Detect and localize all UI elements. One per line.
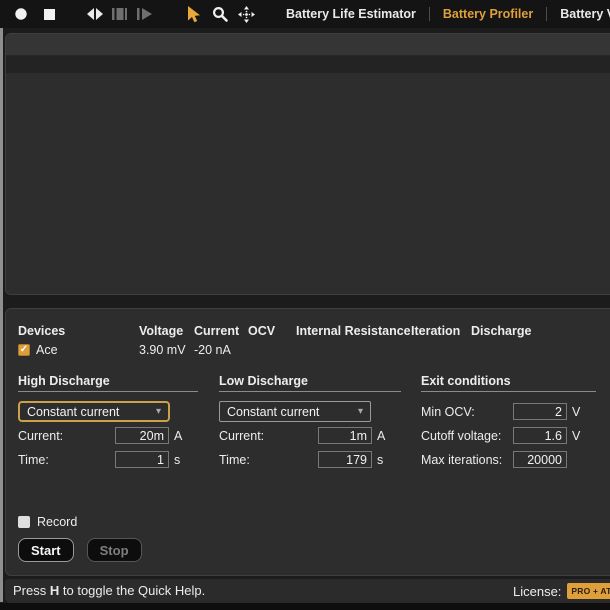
devices-table-header: Devices Voltage Current OCV Internal Res… xyxy=(18,322,610,339)
tab-separator xyxy=(546,7,547,21)
stop-capture-button[interactable] xyxy=(38,3,60,25)
col-current: Current xyxy=(194,324,248,338)
cursor-tool-icon xyxy=(186,6,202,23)
plot-timeline-strip xyxy=(6,56,610,73)
field-label: Current: xyxy=(18,429,115,443)
col-ocv: OCV xyxy=(248,324,296,338)
col-internal-resistance: Internal Resistance xyxy=(296,324,411,338)
field-label: Time: xyxy=(18,453,115,467)
quick-help-hint: Press H to toggle the Quick Help. xyxy=(13,583,205,598)
toolbar: Battery Life Estimator Battery Profiler … xyxy=(0,0,610,28)
tab-battery-validation[interactable]: Battery Valid xyxy=(560,7,610,21)
cursor-tool-button[interactable] xyxy=(183,3,205,25)
step-icon xyxy=(112,8,127,20)
tab-separator xyxy=(429,7,430,21)
app-window: Battery Life Estimator Battery Profiler … xyxy=(0,0,610,610)
plot-header-strip xyxy=(6,34,610,56)
col-devices: Devices xyxy=(18,324,139,338)
record-button[interactable] xyxy=(10,3,32,25)
device-voltage-value: 3.90 mV xyxy=(139,343,194,357)
field-label: Current: xyxy=(219,429,318,443)
discharge-forms: High Discharge Constant current ▾ Curren… xyxy=(18,374,610,473)
devices-table: Devices Voltage Current OCV Internal Res… xyxy=(18,322,610,358)
status-bar: Press H to toggle the Quick Help. Licens… xyxy=(5,579,610,603)
start-button[interactable]: Start xyxy=(18,538,74,562)
record-label: Record xyxy=(37,515,77,529)
zoom-tool-icon xyxy=(212,6,228,22)
exit-conditions-section: Exit conditions Min OCV: V Cutoff voltag… xyxy=(421,374,596,473)
low-discharge-current-input[interactable] xyxy=(318,427,372,444)
hotkey-h: H xyxy=(50,583,59,598)
stop-icon xyxy=(43,8,56,21)
play-button[interactable] xyxy=(133,3,155,25)
high-discharge-current-input[interactable] xyxy=(115,427,169,444)
device-name: Ace xyxy=(36,343,58,357)
min-ocv-input[interactable] xyxy=(513,403,567,420)
expand-horizontal-button[interactable] xyxy=(84,3,106,25)
controls-panel: Devices Voltage Current OCV Internal Res… xyxy=(5,308,610,576)
unit-label: V xyxy=(572,405,584,419)
low-discharge-time-input[interactable] xyxy=(318,451,372,468)
pan-tool-icon xyxy=(238,6,255,23)
unit-label: s xyxy=(377,453,389,467)
plot-panel xyxy=(5,33,610,295)
stop-button[interactable]: Stop xyxy=(87,538,142,562)
license-badge: PRO + AT + B xyxy=(567,583,610,599)
field-label: Min OCV: xyxy=(421,405,513,419)
col-discharge: Discharge xyxy=(471,324,610,338)
device-checkbox[interactable]: ✓ xyxy=(18,344,30,356)
section-title: Low Discharge xyxy=(219,374,401,392)
unit-label: A xyxy=(174,429,186,443)
low-discharge-section: Low Discharge Constant current ▾ Current… xyxy=(219,374,401,473)
field-label: Cutoff voltage: xyxy=(421,429,513,443)
field-label: Max iterations: xyxy=(421,453,513,467)
high-discharge-time-input[interactable] xyxy=(115,451,169,468)
device-current-value: -20 nA xyxy=(194,343,248,357)
license-area: License: PRO + AT + B xyxy=(513,583,610,599)
play-icon xyxy=(137,8,152,20)
high-discharge-section: High Discharge Constant current ▾ Curren… xyxy=(18,374,198,473)
window-bottom-edge xyxy=(0,603,610,610)
cutoff-voltage-input[interactable] xyxy=(513,427,567,444)
high-discharge-mode-select[interactable]: Constant current ▾ xyxy=(18,401,170,422)
record-checkbox[interactable] xyxy=(18,516,30,528)
low-discharge-mode-select[interactable]: Constant current ▾ xyxy=(219,401,371,422)
section-title: Exit conditions xyxy=(421,374,596,392)
zoom-tool-button[interactable] xyxy=(209,3,231,25)
expand-horizontal-icon xyxy=(87,8,103,20)
field-label: Time: xyxy=(219,453,318,467)
step-button[interactable] xyxy=(108,3,130,25)
unit-label: A xyxy=(377,429,389,443)
chevron-down-icon: ▾ xyxy=(358,406,363,417)
max-iterations-input[interactable] xyxy=(513,451,567,468)
record-row: Record xyxy=(18,514,610,530)
tab-battery-life-estimator[interactable]: Battery Life Estimator xyxy=(286,7,416,21)
tab-battery-profiler[interactable]: Battery Profiler xyxy=(443,7,533,21)
window-left-edge xyxy=(0,28,3,602)
section-title: High Discharge xyxy=(18,374,198,392)
action-buttons: Start Stop xyxy=(18,538,610,562)
license-label: License: xyxy=(513,584,561,599)
table-row: ✓ Ace 3.90 mV -20 nA xyxy=(18,341,610,358)
col-iteration: Iteration xyxy=(411,324,471,338)
mode-tabs: Battery Life Estimator Battery Profiler … xyxy=(286,0,610,28)
record-icon xyxy=(14,7,28,21)
chevron-down-icon: ▾ xyxy=(156,406,161,417)
plot-area[interactable] xyxy=(6,74,610,294)
unit-label: s xyxy=(174,453,186,467)
col-voltage: Voltage xyxy=(139,324,194,338)
unit-label: V xyxy=(572,429,584,443)
pan-tool-button[interactable] xyxy=(235,3,257,25)
